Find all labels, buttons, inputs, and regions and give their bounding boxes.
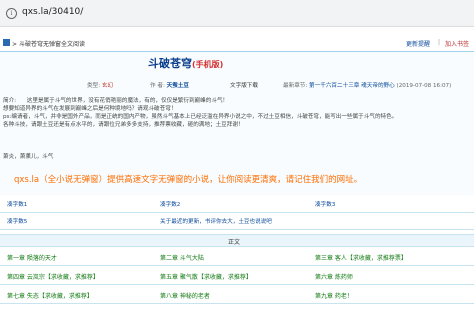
table-row: 第四章 云岚宗【求收藏，求推荐】 第五章 聚气散【求收藏，求推荐】 第六章 炼药… (0, 266, 474, 285)
book-subtitle: (手机版) (192, 60, 224, 69)
intro-label: 简介: (3, 98, 17, 104)
author-link[interactable]: 天蚕土豆 (167, 83, 189, 89)
add-bookmark-link[interactable]: 加入书签 (445, 39, 469, 48)
book-intro: 简介: 这里是属于斗气的世界，没有花俏艳丽的魔法，有的，仅仅是繁衍到巅峰的斗气！… (3, 97, 469, 129)
latest-chapter-link[interactable]: 第一千六百二十三章 魂天帝的野心 (309, 83, 395, 89)
site-promo: qxs.la（全小说无弹窗）提供高速文字无弹窗的小说，让你阅读更清爽，请记住我们… (14, 175, 363, 185)
chapter-link[interactable]: 凑字数5 (7, 217, 27, 225)
chapter-link[interactable]: 凑字数3 (315, 200, 335, 208)
chapter-link[interactable]: 第八章 神秘的老者 (160, 291, 210, 300)
book-author: 作 者: 天蚕土豆 (150, 83, 190, 89)
table-row: 第一章 陨落的天才 第二章 斗气大陆 第三章 客人【求收藏，求推荐票】 (0, 247, 474, 266)
intro-line: 各种斗技，请跟土豆还是有点水平的，请跟位兄弟多多支持，推荐票收藏，砸的满地；土豆… (3, 122, 244, 128)
update-reminder-link[interactable]: 更新提醒 (406, 39, 430, 48)
chapter-link[interactable]: 第九章 药老！ (315, 291, 353, 300)
intro-line: 想要知道异界的斗气在发展到巅峰之后是何种境地吗？请观斗破苍穹！ (3, 106, 177, 112)
chapter-link[interactable]: 第二章 斗气大陆 (160, 253, 204, 262)
home-icon[interactable] (3, 39, 10, 46)
section-title: 正文 (228, 239, 241, 246)
category-link[interactable]: 玄幻 (102, 83, 113, 89)
chapter-link[interactable]: 凑字数2 (160, 200, 180, 208)
intro-line: 这里是属于斗气的世界，没有花俏艳丽的魔法，有的，仅仅是繁衍到巅峰的斗气！ (26, 98, 229, 104)
chapter-link[interactable]: 凑字数1 (7, 200, 27, 208)
chapter-link[interactable]: 关于最近的更新，书评你去大，土豆也说说吧 (160, 217, 272, 225)
latest-chapter: 最新章节: 第一千六百二十三章 魂天帝的野心 (2019-07-08 16:07… (283, 83, 452, 89)
breadcrumb-text: > 斗破苍穹无弹窗全文阅读 (12, 41, 85, 48)
breadcrumb: > 斗破苍穹无弹窗全文阅读 更新提醒 | 加入书签 (0, 37, 474, 52)
chapter-link[interactable]: 第七章 失态【求收藏，求推荐】 (7, 291, 93, 300)
chapter-list: 第一章 陨落的天才 第二章 斗气大陆 第三章 客人【求收藏，求推荐票】 第四章 … (0, 247, 474, 304)
table-row: 凑字数1 凑字数2 凑字数3 (0, 196, 474, 213)
intro-line: ps:编请者，斗气，并非是国外产品，而是正统的国内产物，虽然斗气基本上已经泛滥在… (3, 114, 398, 120)
browser-address-bar[interactable]: i qxs.la/30410/ (0, 0, 474, 27)
latest-time: (2019-07-08 16:07) (396, 83, 452, 89)
breadcrumb-separator: | (438, 39, 441, 46)
table-row: 凑字数5 关于最近的更新，书评你去大，土豆也说说吧 (0, 213, 474, 230)
download-link[interactable]: 文字版下载 (230, 81, 258, 89)
chapter-link[interactable]: 第六章 炼药师 (315, 272, 353, 281)
url-text[interactable]: qxs.la/30410/ (22, 7, 83, 17)
book-info-panel: 斗破苍穹(手机版) 类型: 玄幻 作 者: 天蚕土豆 文字版下载 最新章节: 第… (0, 52, 474, 195)
chapter-link[interactable]: 第五章 聚气散【求收藏，求推荐】 (160, 272, 252, 281)
book-category: 类型: 玄幻 (87, 83, 114, 89)
extra-chapters: 凑字数1 凑字数2 凑字数3 凑字数5 关于最近的更新，书评你去大，土豆也说说吧 (0, 196, 474, 230)
site-info-icon[interactable]: i (6, 8, 17, 19)
book-title: 斗破苍穹(手机版) (148, 57, 224, 70)
section-header: 正文 (0, 234, 474, 247)
book-tags: 萧炎，萧薰儿，斗气 (3, 154, 54, 160)
chapter-link[interactable]: 第三章 客人【求收藏，求推荐票】 (315, 253, 407, 262)
chapter-link[interactable]: 第一章 陨落的天才 (7, 253, 57, 262)
chapter-link[interactable]: 第四章 云岚宗【求收藏，求推荐】 (7, 272, 99, 281)
table-row: 第七章 失态【求收藏，求推荐】 第八章 神秘的老者 第九章 药老！ (0, 285, 474, 304)
